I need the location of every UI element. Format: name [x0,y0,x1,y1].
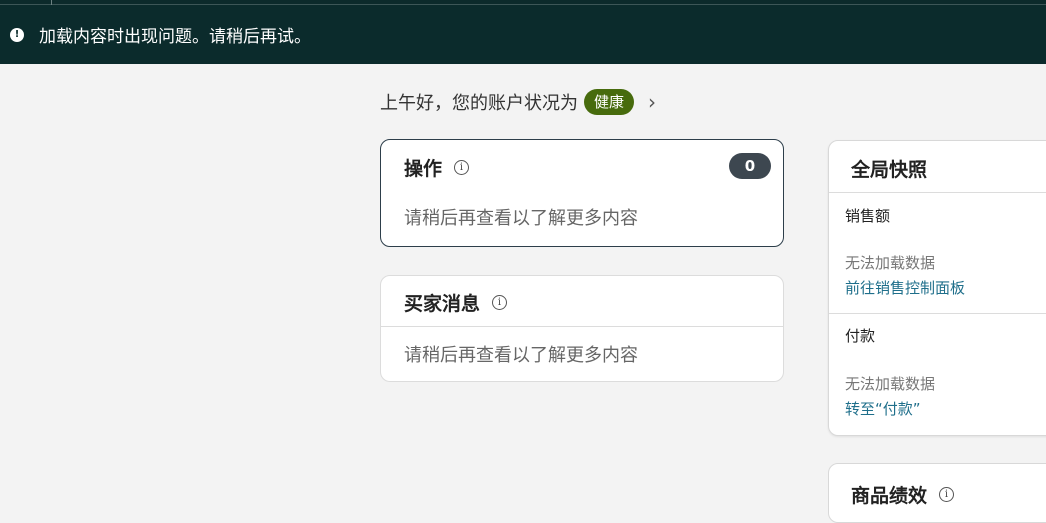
card-divider [381,326,783,327]
payments-label: 付款 [845,327,876,345]
account-health-badge: 健康 [584,89,635,115]
global-snapshot-title: 全局快照 [851,159,928,181]
buyer-messages-header: 买家消息 i [404,289,508,316]
sales-status: 无法加载数据 [845,254,936,272]
buyer-messages-card: 买家消息 i 请稍后再查看以了解更多内容 [380,275,784,382]
card-divider [829,192,1046,193]
banner-message: 加载内容时出现问题。请稍后再试。 [39,27,311,47]
product-performance-card: 商品绩效 i [828,463,1046,523]
buyer-messages-message: 请稍后再查看以了解更多内容 [404,345,638,366]
product-performance-header: 商品绩效 i [851,481,955,508]
payments-status: 无法加载数据 [845,375,936,393]
account-health-greeting[interactable]: 上午好，您的账户状况为 健康 › [380,86,656,118]
payments-link[interactable]: 转至“付款” [845,398,921,419]
global-snapshot-card: 全局快照 销售额 无法加载数据 前往销售控制面板 付款 无法加载数据 转至“付款… [828,140,1046,436]
actions-count-badge: 0 [729,153,771,179]
error-banner: ! 加载内容时出现问题。请稍后再试。 [0,5,1046,64]
chevron-right-icon[interactable]: › [648,90,656,114]
actions-card: 操作 i 0 请稍后再查看以了解更多内容 [380,139,784,247]
buyer-messages-title: 买家消息 [404,293,481,315]
info-icon[interactable]: i [939,487,955,502]
card-divider [829,313,1046,314]
info-icon[interactable]: i [454,160,470,175]
sales-label: 销售额 [845,207,891,225]
info-icon[interactable]: i [492,295,508,310]
actions-card-header: 操作 i [404,154,470,181]
info-icon: ! [10,27,24,42]
greeting-text: 上午好，您的账户状况为 [380,93,578,114]
actions-card-message: 请稍后再查看以了解更多内容 [404,208,638,229]
sales-dashboard-link[interactable]: 前往销售控制面板 [845,277,965,298]
product-performance-title: 商品绩效 [851,485,928,507]
actions-card-title: 操作 [404,158,443,180]
